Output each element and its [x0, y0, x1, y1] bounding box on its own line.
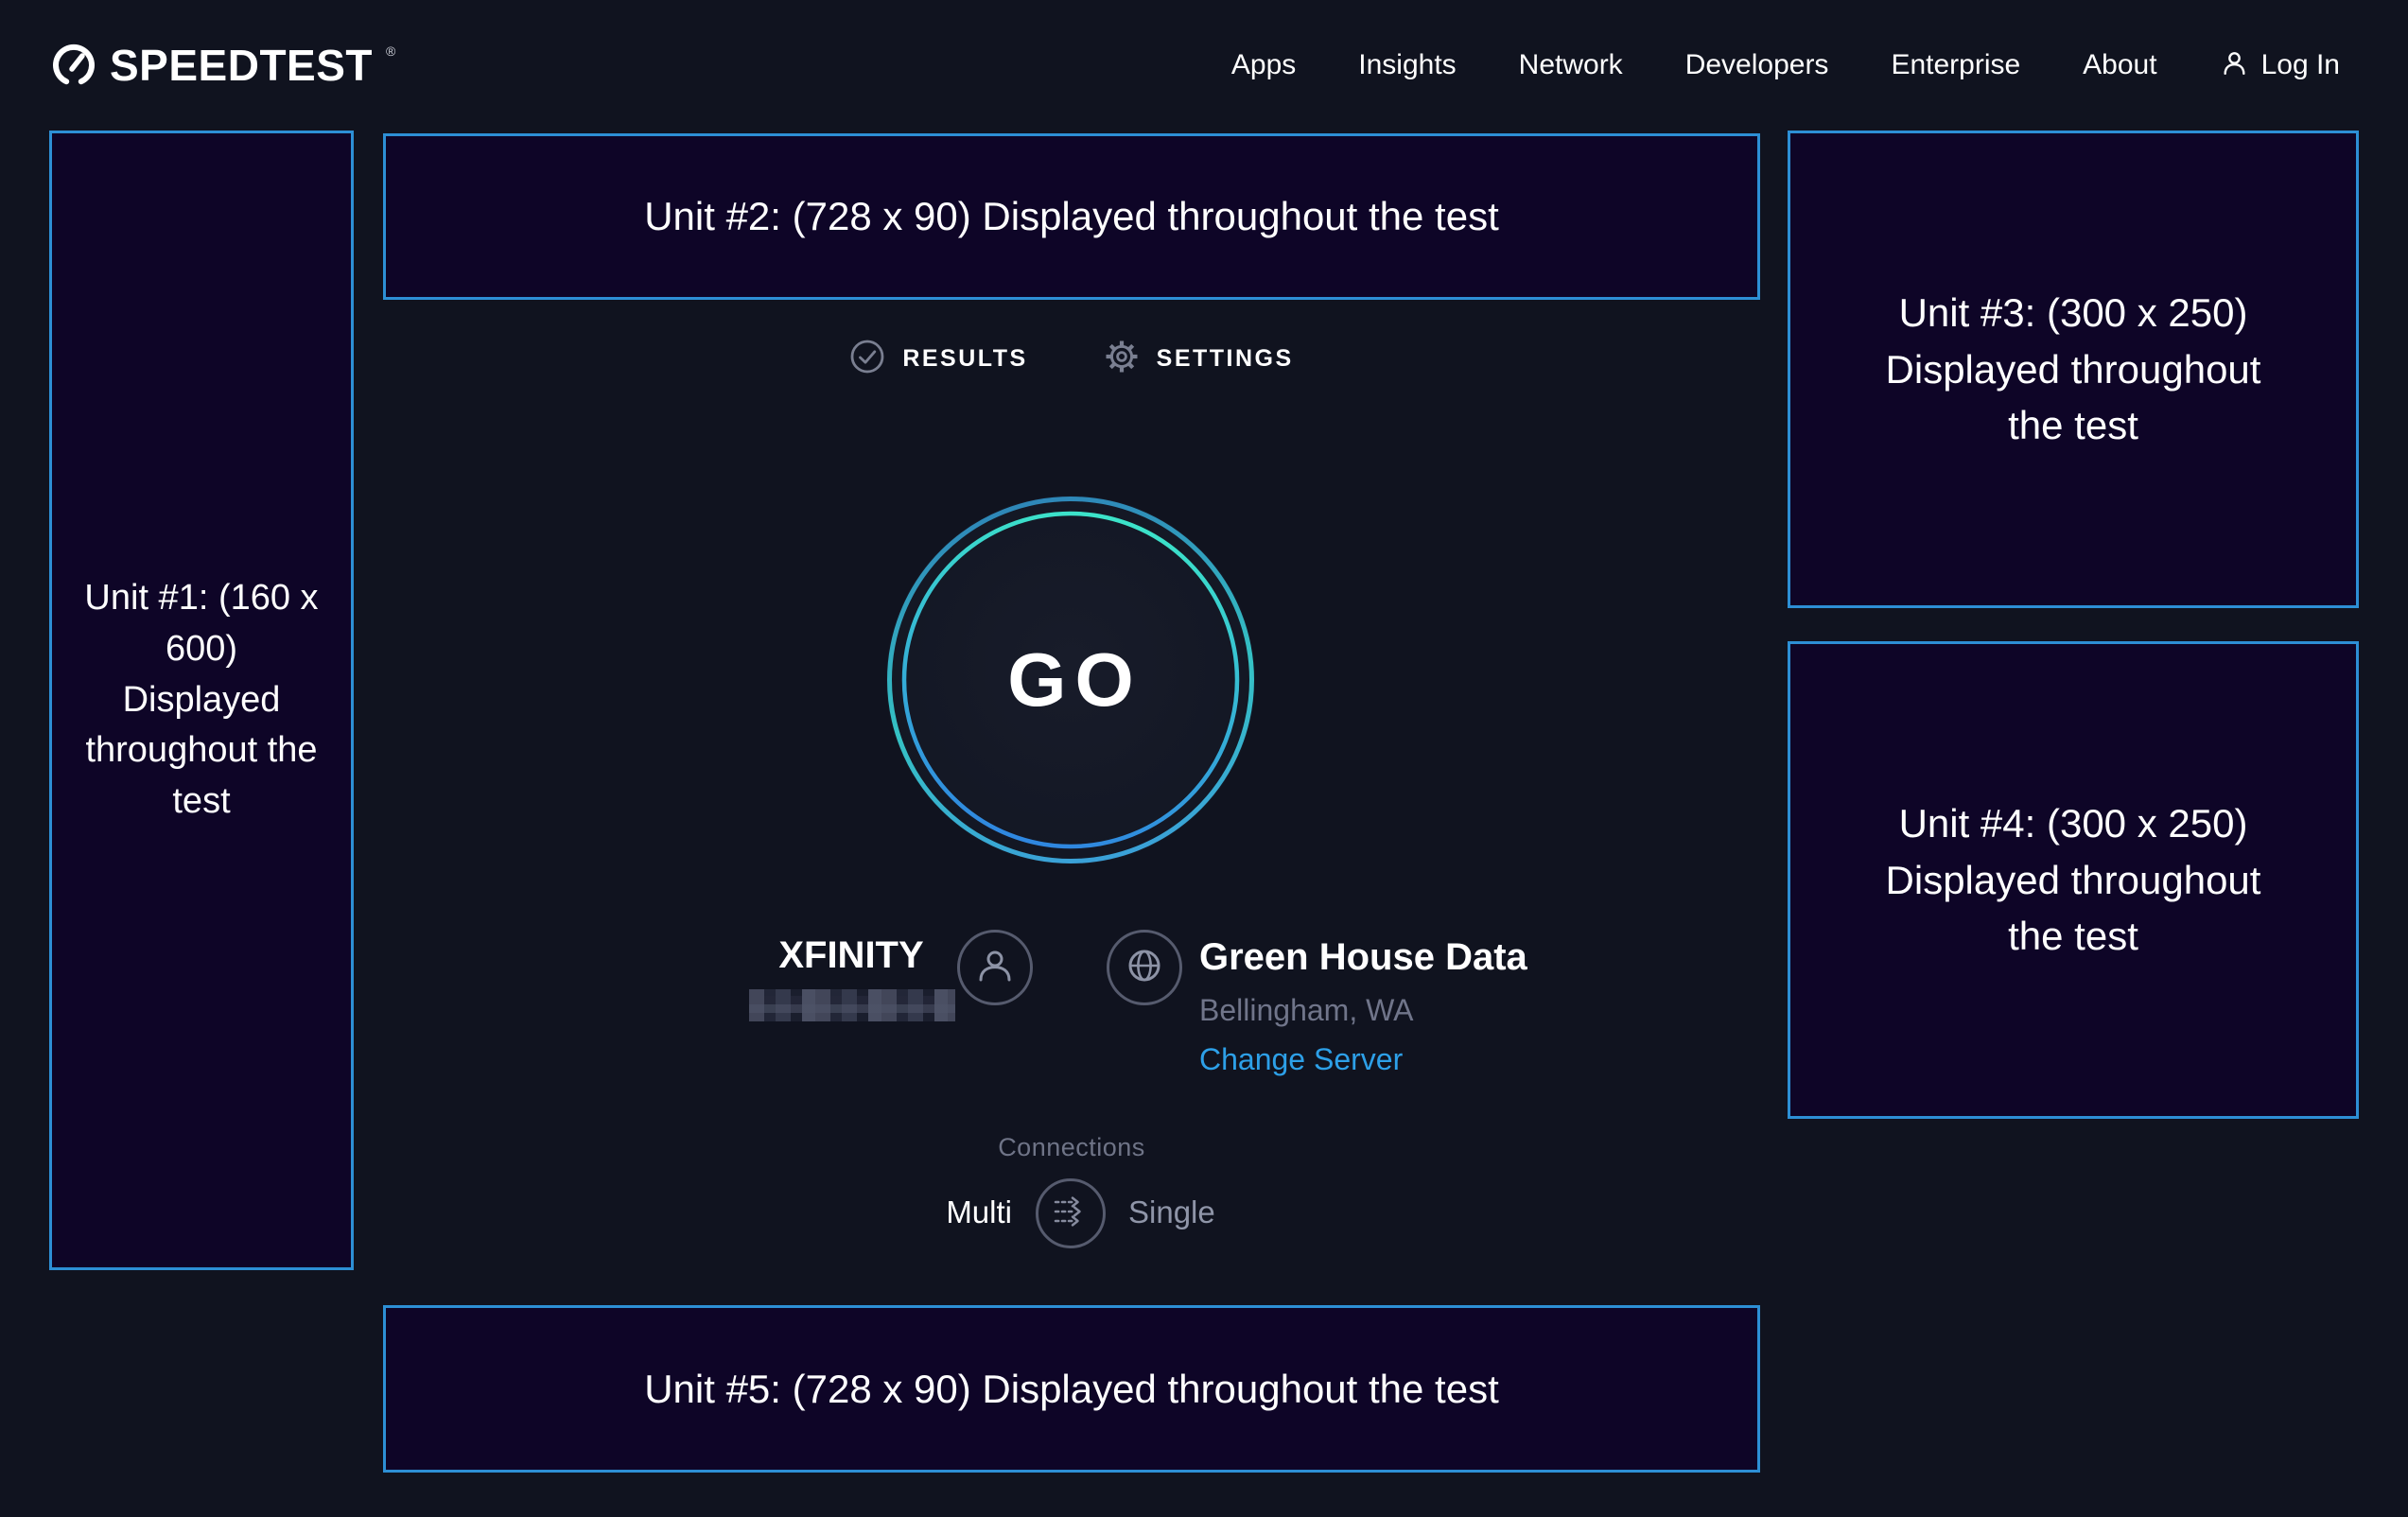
ad-unit-4-rectangle[interactable]: Unit #4: (300 x 250) Displayed throughou…: [1788, 641, 2359, 1119]
ad-unit-2-leaderboard[interactable]: Unit #2: (728 x 90) Displayed throughout…: [383, 133, 1760, 300]
ad-unit-1-skyscraper[interactable]: Unit #1: (160 x 600) Displayed throughou…: [49, 131, 354, 1270]
multi-arrows-icon: [1049, 1190, 1092, 1238]
check-circle-icon: [849, 339, 885, 379]
isp-user-badge: [957, 930, 1033, 1005]
nav-item-about[interactable]: About: [2083, 49, 2156, 81]
gear-icon: [1104, 339, 1140, 379]
logo-wordmark: SPEEDTEST: [110, 41, 373, 90]
ad-unit-4-text: Unit #4: (300 x 250) Displayed throughou…: [1874, 795, 2273, 965]
person-icon: [2220, 48, 2249, 82]
server-globe-badge: [1107, 930, 1182, 1005]
ad-unit-5-leaderboard[interactable]: Unit #5: (728 x 90) Displayed throughout…: [383, 1305, 1760, 1473]
speedometer-icon: [51, 41, 96, 88]
speedtest-page: SPEEDTEST ® Apps Insights Network Develo…: [0, 0, 2408, 1517]
tab-settings-label: SETTINGS: [1157, 345, 1294, 373]
ad-unit-3-text: Unit #3: (300 x 250) Displayed throughou…: [1874, 285, 2273, 454]
go-button-label: GO: [886, 496, 1255, 864]
server-location: Bellingham, WA: [1199, 993, 1413, 1028]
tab-results[interactable]: RESULTS: [849, 339, 1027, 379]
redacted-ip-address: [749, 989, 955, 1021]
speedtest-logo[interactable]: SPEEDTEST ®: [51, 41, 395, 90]
server-name: Green House Data: [1199, 936, 1527, 979]
user-icon: [974, 945, 1016, 991]
login-label: Log In: [2261, 49, 2340, 81]
tab-settings[interactable]: SETTINGS: [1104, 339, 1294, 379]
nav-item-developers[interactable]: Developers: [1685, 49, 1829, 81]
ad-unit-5-text: Unit #5: (728 x 90) Displayed throughout…: [644, 1361, 1499, 1418]
connections-multi-option[interactable]: Multi: [842, 1194, 1012, 1230]
ad-unit-2-text: Unit #2: (728 x 90) Displayed throughout…: [644, 188, 1499, 245]
login-button[interactable]: Log In: [2220, 48, 2340, 82]
globe-icon: [1124, 945, 1165, 991]
ad-unit-3-rectangle[interactable]: Unit #3: (300 x 250) Displayed throughou…: [1788, 131, 2359, 608]
connections-label: Connections: [383, 1133, 1760, 1162]
nav-item-insights[interactable]: Insights: [1358, 49, 1456, 81]
nav-item-network[interactable]: Network: [1519, 49, 1623, 81]
top-nav: SPEEDTEST ® Apps Insights Network Develo…: [0, 0, 2408, 131]
logo-trademark: ®: [386, 44, 395, 58]
tab-results-label: RESULTS: [902, 345, 1027, 373]
nav-item-apps[interactable]: Apps: [1231, 49, 1296, 81]
ad-unit-1-text: Unit #1: (160 x 600) Displayed throughou…: [84, 573, 319, 828]
nav-item-enterprise[interactable]: Enterprise: [1891, 49, 2020, 81]
view-tabs: RESULTS: [383, 339, 1760, 379]
isp-name: XFINITY: [747, 934, 955, 977]
connections-single-option[interactable]: Single: [1128, 1194, 1215, 1230]
nav-menu: Apps Insights Network Developers Enterpr…: [1231, 49, 2157, 81]
change-server-link[interactable]: Change Server: [1199, 1042, 1403, 1077]
connections-toggle[interactable]: [1036, 1178, 1106, 1248]
go-button[interactable]: GO: [886, 496, 1255, 864]
